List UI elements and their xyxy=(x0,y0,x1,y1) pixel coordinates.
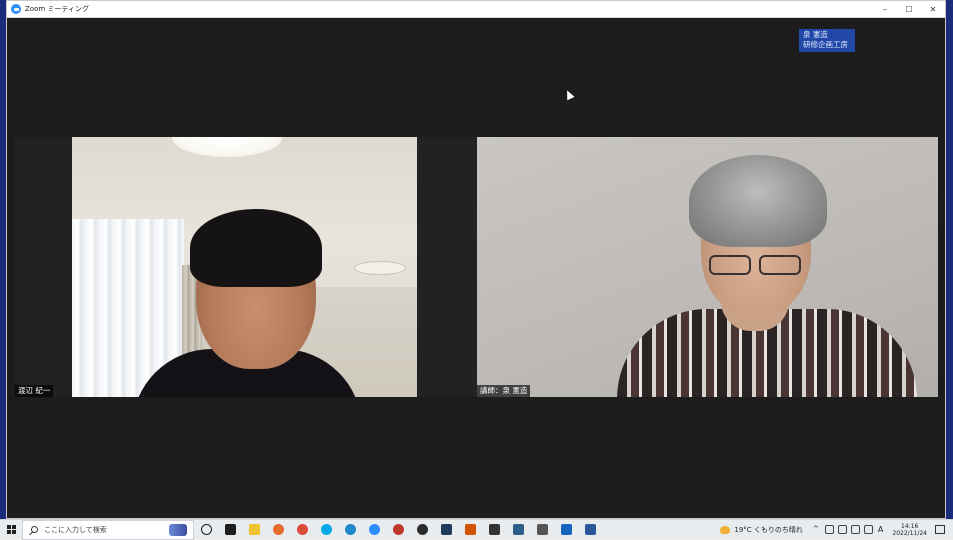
video-letterbox xyxy=(15,137,72,397)
word-icon xyxy=(584,524,596,535)
taskbar-app-outlook[interactable] xyxy=(554,520,578,540)
glasses-lens-left xyxy=(709,255,751,275)
zoom-window: Zoom ミーティング – ☐ ✕ 泉 憲造 研修企画工房 渡辺 紀一 講師：泉… xyxy=(6,0,946,519)
watermark-line2: 研修企画工房 xyxy=(803,40,848,49)
taskbar: ここに入力して検索 19°C くもりのち晴れ ^ A 14:16 2022/11… xyxy=(0,519,953,540)
battery-icon[interactable] xyxy=(863,525,873,534)
obs-icon xyxy=(416,524,428,535)
camera-icon xyxy=(536,524,548,535)
watermark-label: 泉 憲造 研修企画工房 xyxy=(799,29,855,52)
ceiling-lamp xyxy=(354,261,406,275)
participant-video-1 xyxy=(72,137,417,397)
mouse-cursor-icon xyxy=(563,88,575,101)
windows-logo-icon xyxy=(6,525,16,534)
taskbar-app-terminal[interactable] xyxy=(482,520,506,540)
participant-hair xyxy=(190,209,322,287)
taskbar-app-edge[interactable] xyxy=(338,520,362,540)
ime-indicator[interactable]: A xyxy=(878,525,883,534)
taskbar-app-record[interactable] xyxy=(386,520,410,540)
edge-icon xyxy=(344,524,356,535)
clock-date: 2022/11/24 xyxy=(892,529,927,537)
weather-widget[interactable]: 19°C くもりのち晴れ xyxy=(720,525,811,535)
taskbar-app-firefox[interactable] xyxy=(266,520,290,540)
close-button[interactable]: ✕ xyxy=(921,1,945,17)
window-title: Zoom ミーティング xyxy=(25,5,89,13)
weather-text: 19°C くもりのち晴れ xyxy=(734,525,803,534)
taskbar-app-obs[interactable] xyxy=(410,520,434,540)
chrome-icon xyxy=(296,524,308,535)
taskbar-app-video-editor[interactable] xyxy=(434,520,458,540)
taskbar-app-file-explorer[interactable] xyxy=(242,520,266,540)
network-icon[interactable] xyxy=(824,525,834,534)
participant-name-label: 渡辺 紀一 xyxy=(15,385,54,397)
taskbar-app-camera[interactable] xyxy=(530,520,554,540)
record-icon xyxy=(392,524,404,535)
ceiling-light xyxy=(172,137,282,157)
skype-icon xyxy=(320,524,332,535)
glasses-lens-right xyxy=(759,255,801,275)
search-icon xyxy=(31,526,38,533)
zoom-icon xyxy=(368,524,380,535)
clock-time: 14:16 xyxy=(901,522,919,530)
notification-icon[interactable] xyxy=(935,525,945,534)
terminal-icon xyxy=(488,524,500,535)
taskbar-app-recorder[interactable] xyxy=(458,520,482,540)
taskbar-app-skype[interactable] xyxy=(314,520,338,540)
taskbar-app-cortana[interactable] xyxy=(194,520,218,540)
meeting-canvas: 泉 憲造 研修企画工房 渡辺 紀一 講師：泉 憲造 xyxy=(7,18,945,518)
monitor-icon xyxy=(512,524,524,535)
file-explorer-icon xyxy=(248,524,260,535)
title-bar[interactable]: Zoom ミーティング – ☐ ✕ xyxy=(7,1,945,18)
minimize-button[interactable]: – xyxy=(873,1,897,17)
participant-video-2 xyxy=(477,137,938,397)
window-controls: – ☐ ✕ xyxy=(873,1,945,17)
maximize-button[interactable]: ☐ xyxy=(897,1,921,17)
glasses xyxy=(709,255,805,277)
taskbar-search[interactable]: ここに入力して検索 xyxy=(22,519,194,540)
clock[interactable]: 14:16 2022/11/24 xyxy=(886,523,935,537)
video-gap xyxy=(417,137,477,397)
participant-name-label: 講師：泉 憲造 xyxy=(477,385,531,397)
volume-icon[interactable] xyxy=(850,525,860,534)
zoom-app-icon xyxy=(11,4,21,14)
system-tray: 19°C くもりのち晴れ ^ A 14:16 2022/11/24 xyxy=(720,520,953,540)
weather-icon xyxy=(720,525,731,534)
participant-hair xyxy=(689,155,827,247)
cortana-icon xyxy=(200,524,212,535)
video-tile-participant-2[interactable]: 講師：泉 憲造 xyxy=(477,137,938,397)
taskbar-app-zoom[interactable] xyxy=(362,520,386,540)
taskbar-app-monitor[interactable] xyxy=(506,520,530,540)
video-tile-participant-1[interactable]: 渡辺 紀一 xyxy=(15,137,417,397)
outlook-icon xyxy=(560,524,572,535)
onedrive-icon[interactable] xyxy=(837,525,847,534)
recorder-icon xyxy=(464,524,476,535)
taskbar-app-task-view[interactable] xyxy=(218,520,242,540)
search-placeholder: ここに入力して検索 xyxy=(44,525,107,534)
chevron-up-icon[interactable]: ^ xyxy=(813,525,821,534)
taskbar-app-word[interactable] xyxy=(578,520,602,540)
taskbar-app-chrome[interactable] xyxy=(290,520,314,540)
watermark-line1: 泉 憲造 xyxy=(803,30,828,39)
video-editor-icon xyxy=(440,524,452,535)
search-highlight-icon xyxy=(169,523,187,536)
firefox-icon xyxy=(272,524,284,535)
start-button[interactable] xyxy=(0,520,22,540)
task-view-icon xyxy=(224,524,236,535)
taskbar-apps xyxy=(194,520,602,540)
